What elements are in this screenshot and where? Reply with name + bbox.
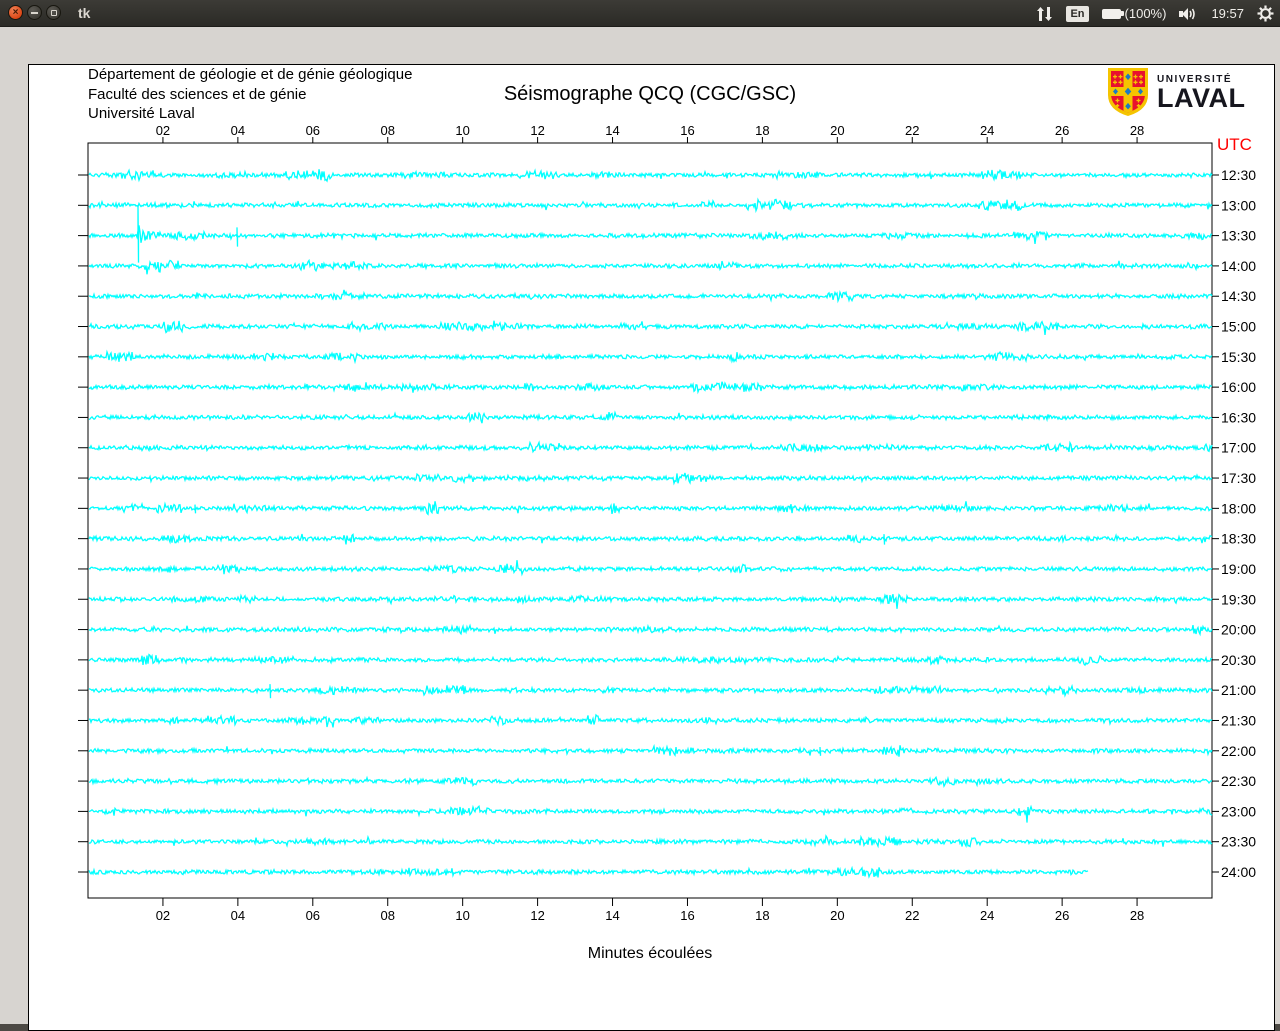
tk-window-body [0,27,1280,1031]
volume-icon[interactable] [1179,6,1198,22]
window-title: tk [78,5,91,21]
maximize-icon [50,9,57,16]
battery-percent-label: (100%) [1124,6,1167,21]
x-axis-title: Minutes écoulées [587,945,713,962]
panel-indicators: En (100%) 19:57 [1036,0,1274,27]
keyboard-layout-indicator[interactable]: En [1066,5,1089,22]
top-panel: × tk En (100%) 19:57 [0,0,1280,27]
minimize-icon [31,11,38,14]
window-minimize-button[interactable] [27,5,42,20]
logo-laval-text: LAVAL [1157,82,1246,113]
laval-logo-text: UNIVERSITÉ LAVAL [1157,74,1246,113]
seismograph-canvas [28,64,1275,1031]
window-close-button[interactable]: × [8,5,23,20]
network-sync-icon[interactable] [1036,6,1053,22]
universite-laval-logo: UNIVERSITÉ LAVAL [1106,67,1245,117]
header-university: Université Laval [88,105,195,122]
clock[interactable]: 19:57 [1211,6,1244,21]
battery-indicator[interactable]: (100%) [1101,6,1167,21]
header-department: Département de géologie et de génie géol… [88,66,413,83]
window-maximize-button[interactable] [46,5,61,20]
page-title: Séismographe QCQ (CGC/GSC) [503,83,797,105]
utc-axis-label: UTC [1217,135,1252,154]
desktop-screen: { "panel": { "window_title": "tk", "keyb… [0,0,1280,1031]
battery-icon [1101,8,1124,19]
session-gear-icon[interactable] [1257,5,1274,22]
laval-shield-icon [1108,68,1148,116]
